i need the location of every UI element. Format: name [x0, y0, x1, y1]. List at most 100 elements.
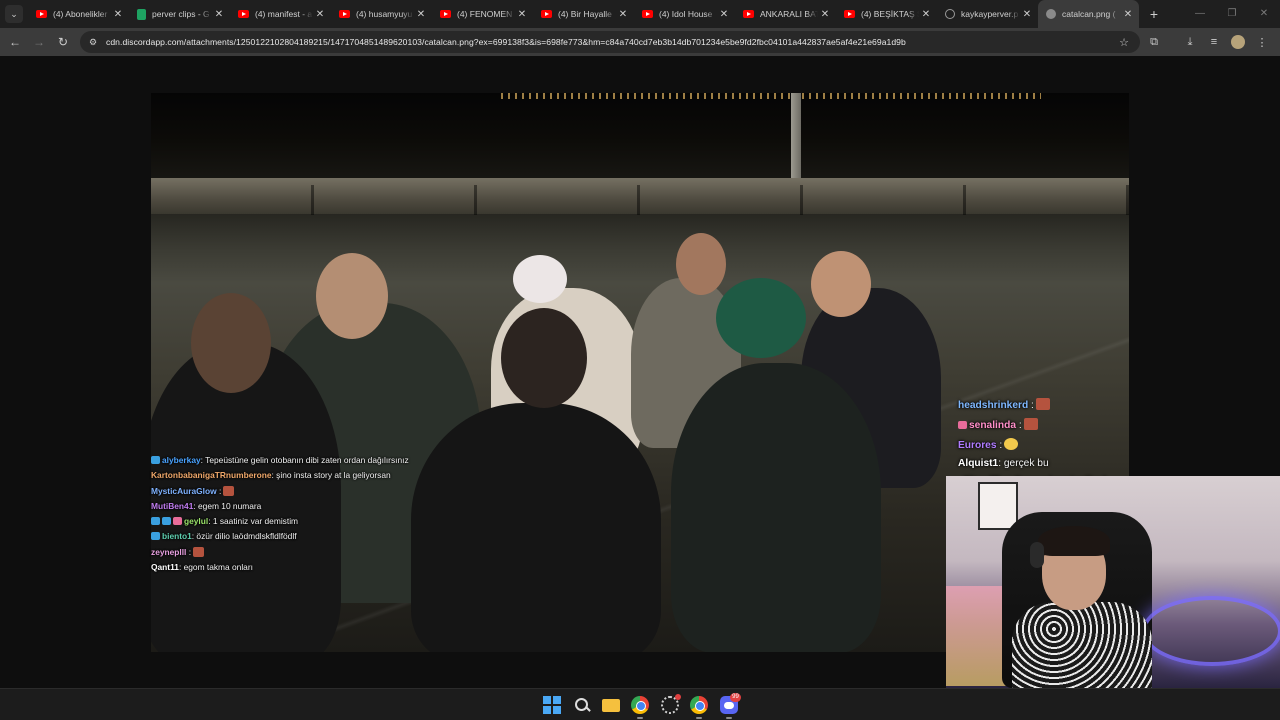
- city-lights: [501, 93, 1041, 99]
- chat-username[interactable]: headshrinkerd: [958, 400, 1028, 411]
- url-text[interactable]: cdn.discordapp.com/attachments/125012210…: [106, 37, 1114, 47]
- chat-text: :: [996, 440, 1003, 451]
- chat-message: alyberkay: Tepeüstüne gelin otobanın dib…: [151, 456, 419, 465]
- tab[interactable]: (4) Abonelikler ✕: [28, 0, 129, 28]
- chat-message: Eurores :: [958, 438, 1268, 451]
- chat-text: : egem 10 numara: [193, 501, 262, 511]
- chat-username[interactable]: MutiBen41: [151, 501, 193, 511]
- tab[interactable]: (4) FENOMEN ✕: [432, 0, 533, 28]
- chat-message: Qant11: egom takma onları: [151, 561, 419, 572]
- chat-message: [151, 442, 419, 450]
- taskbar: 99: [0, 688, 1280, 720]
- person-hand-on-head: [191, 293, 271, 393]
- subscriber-badge-icon: [958, 421, 967, 429]
- youtube-icon: [541, 10, 552, 18]
- tab-strip: ⌄ (4) Abonelikler ✕ perver clips - G ✕ (4) m…: [0, 0, 1280, 28]
- back-icon[interactable]: ←: [3, 35, 27, 49]
- extensions-icon[interactable]: ⧉: [1142, 36, 1166, 49]
- chat-username[interactable]: Qant11: [151, 562, 179, 572]
- tab-close-icon[interactable]: ✕: [414, 9, 428, 20]
- file-explorer-icon[interactable]: [602, 696, 620, 714]
- tab-search-button[interactable]: ⌄: [5, 5, 23, 23]
- address-bar[interactable]: ⚙ cdn.discordapp.com/attachments/1250122…: [80, 31, 1140, 53]
- chat-badge-icon: [173, 516, 182, 525]
- tab-close-icon[interactable]: ✕: [515, 9, 529, 20]
- bookmark-star-icon[interactable]: ☆: [1114, 36, 1134, 49]
- lamp-pole: [791, 93, 801, 183]
- tab-close-icon[interactable]: ✕: [818, 9, 832, 20]
- youtube-icon: [642, 10, 653, 18]
- chat-text: : egom takma onları: [178, 561, 253, 572]
- chat-username[interactable]: Eurores: [958, 440, 997, 451]
- chat-text: : özür dilio laödmdlskfldlfödlf: [191, 530, 297, 541]
- toolbar-actions: ⧉ ⤓ ≡ ⋮: [1142, 28, 1274, 56]
- tab[interactable]: (4) manifest - a ✕: [230, 0, 331, 28]
- tab-label: (4) Bir Hayalle: [558, 9, 612, 19]
- tab-close-icon[interactable]: ✕: [212, 9, 226, 20]
- person-back-head: [501, 308, 587, 408]
- chat-text: :: [1028, 400, 1034, 411]
- tab-label: (4) husamyuyu: [356, 9, 413, 19]
- chat-emote-icon: [1004, 438, 1019, 450]
- forward-icon[interactable]: →: [27, 35, 51, 49]
- tab[interactable]: (4) BEŞİKTAŞ S ✕: [836, 0, 937, 28]
- windows-start-icon[interactable]: [543, 696, 561, 714]
- tab-label: perver clips - G: [152, 9, 210, 19]
- chat-text: : Tepeüstüne gelin otobanın dibi zaten o…: [200, 455, 409, 466]
- chat-username[interactable]: geylul: [184, 516, 208, 526]
- youtube-icon: [339, 10, 350, 18]
- minimize-icon[interactable]: —: [1184, 0, 1216, 28]
- chat-text: :: [1016, 420, 1022, 431]
- discord-notification-badge: 99: [730, 693, 741, 702]
- youtube-icon: [743, 10, 754, 18]
- tab-label: (4) FENOMEN: [457, 9, 513, 19]
- globe-icon: [945, 9, 955, 19]
- media-controls-icon[interactable]: ≡: [1202, 36, 1226, 48]
- tab-close-icon[interactable]: ✕: [919, 9, 933, 20]
- tab[interactable]: catalcan.png ( ✕: [1038, 0, 1139, 28]
- tab-close-icon[interactable]: ✕: [1020, 9, 1034, 20]
- chat-message: geylul: 1 saatiniz var demistim: [151, 515, 419, 526]
- tab[interactable]: kaykayperver.p ✕: [937, 0, 1038, 28]
- reload-icon[interactable]: ↻: [51, 35, 75, 49]
- tab-close-icon[interactable]: ✕: [616, 9, 630, 20]
- download-icon[interactable]: ⤓: [1178, 36, 1202, 49]
- chrome-profile-icon[interactable]: [690, 696, 708, 714]
- tab-close-icon[interactable]: ✕: [1121, 9, 1135, 20]
- menu-kebab-icon[interactable]: ⋮: [1250, 36, 1274, 49]
- profile-avatar[interactable]: [1231, 35, 1245, 49]
- tab[interactable]: perver clips - G ✕: [129, 0, 230, 28]
- tab-label: (4) Idol House: [659, 9, 713, 19]
- chat-username[interactable]: zeyneplll: [151, 547, 186, 557]
- chat-emote-icon: [1035, 398, 1050, 410]
- tab-close-icon[interactable]: ✕: [717, 9, 731, 20]
- site-info-icon[interactable]: ⚙: [86, 35, 100, 49]
- tab[interactable]: (4) husamyuyu ✕: [331, 0, 432, 28]
- chat-username[interactable]: biento1: [162, 531, 192, 541]
- chat-badge-icon: [151, 456, 160, 465]
- tab-close-icon[interactable]: ✕: [313, 9, 327, 20]
- chat-username[interactable]: alyberkay: [162, 455, 201, 465]
- tab[interactable]: (4) Bir Hayalle ✕: [533, 0, 634, 28]
- streamer-hair: [1038, 526, 1110, 556]
- chat-message: MutiBen41: egem 10 numara: [151, 502, 419, 511]
- tab-close-icon[interactable]: ✕: [111, 9, 125, 20]
- chat-text: : 1 saatiniz var demistim: [208, 515, 299, 526]
- chat-username[interactable]: KartonbabanigaTRnumberone: [151, 470, 272, 480]
- app-loading-icon[interactable]: [661, 694, 681, 714]
- person-glasses: [811, 251, 871, 317]
- tab[interactable]: ANKARALI BAT ✕: [735, 0, 836, 28]
- search-icon[interactable]: [573, 696, 591, 714]
- person-leather-jacket: [411, 403, 661, 652]
- chrome-icon[interactable]: [631, 696, 649, 714]
- new-tab-button[interactable]: +: [1143, 6, 1165, 22]
- chat-username[interactable]: senalinda: [969, 420, 1016, 431]
- close-window-icon[interactable]: ✕: [1248, 0, 1280, 28]
- tab[interactable]: (4) Idol House ✕: [634, 0, 735, 28]
- restore-icon[interactable]: ❐: [1216, 0, 1248, 28]
- chat-text: : gerçek bu: [998, 458, 1049, 469]
- tab-label: catalcan.png (: [1062, 9, 1116, 19]
- chat-username[interactable]: Alquist1: [958, 458, 998, 469]
- browser-toolbar: ← → ↻ ⚙ cdn.discordapp.com/attachments/1…: [0, 28, 1280, 56]
- chat-username[interactable]: MysticAuraGlow: [151, 486, 217, 496]
